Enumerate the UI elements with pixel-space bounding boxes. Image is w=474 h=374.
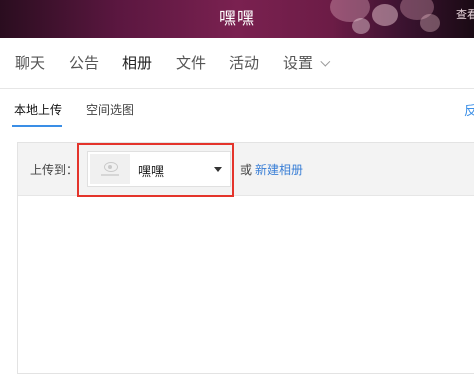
tab-chat[interactable]: 聊天: [15, 52, 45, 73]
subtab-local-upload[interactable]: 本地上传: [14, 101, 62, 118]
group-title: 嘿嘿: [219, 9, 255, 29]
tab-settings-label: 设置: [283, 54, 314, 72]
group-header: 嘿嘿 查看: [0, 0, 474, 38]
header-corner-text[interactable]: 查看: [456, 6, 474, 22]
upload-source-tabs: 本地上传 空间选图 反: [0, 89, 474, 127]
group-nav-tabs: 聊天 公告 相册 文件 活动 设置: [0, 38, 474, 89]
upload-target-bar: 上传到： 嘿嘿 或 新建相册: [18, 143, 474, 197]
caret-down-icon: [214, 167, 222, 172]
upload-to-label: 上传到：: [30, 163, 79, 177]
new-album-link[interactable]: 新建相册: [255, 161, 303, 178]
active-subtab-indicator: [12, 125, 62, 127]
chevron-down-icon: [320, 56, 331, 67]
tab-announcement[interactable]: 公告: [69, 52, 99, 73]
tab-files[interactable]: 文件: [176, 52, 206, 73]
album-select[interactable]: 嘿嘿: [87, 151, 231, 187]
or-text: 或: [240, 163, 253, 177]
selected-album-name: 嘿嘿: [138, 165, 165, 180]
album-thumbnail: [90, 154, 130, 184]
upload-panel: 上传到： 嘿嘿 或 新建相册: [17, 142, 474, 374]
subtab-space-select[interactable]: 空间选图: [86, 101, 134, 118]
thumbnail-caption: [101, 174, 119, 176]
subtab-right-link[interactable]: 反: [464, 100, 474, 119]
tab-album[interactable]: 相册: [122, 52, 152, 73]
tab-activity[interactable]: 活动: [229, 52, 259, 73]
eye-pupil: [108, 165, 112, 169]
tab-settings[interactable]: 设置: [283, 52, 331, 73]
